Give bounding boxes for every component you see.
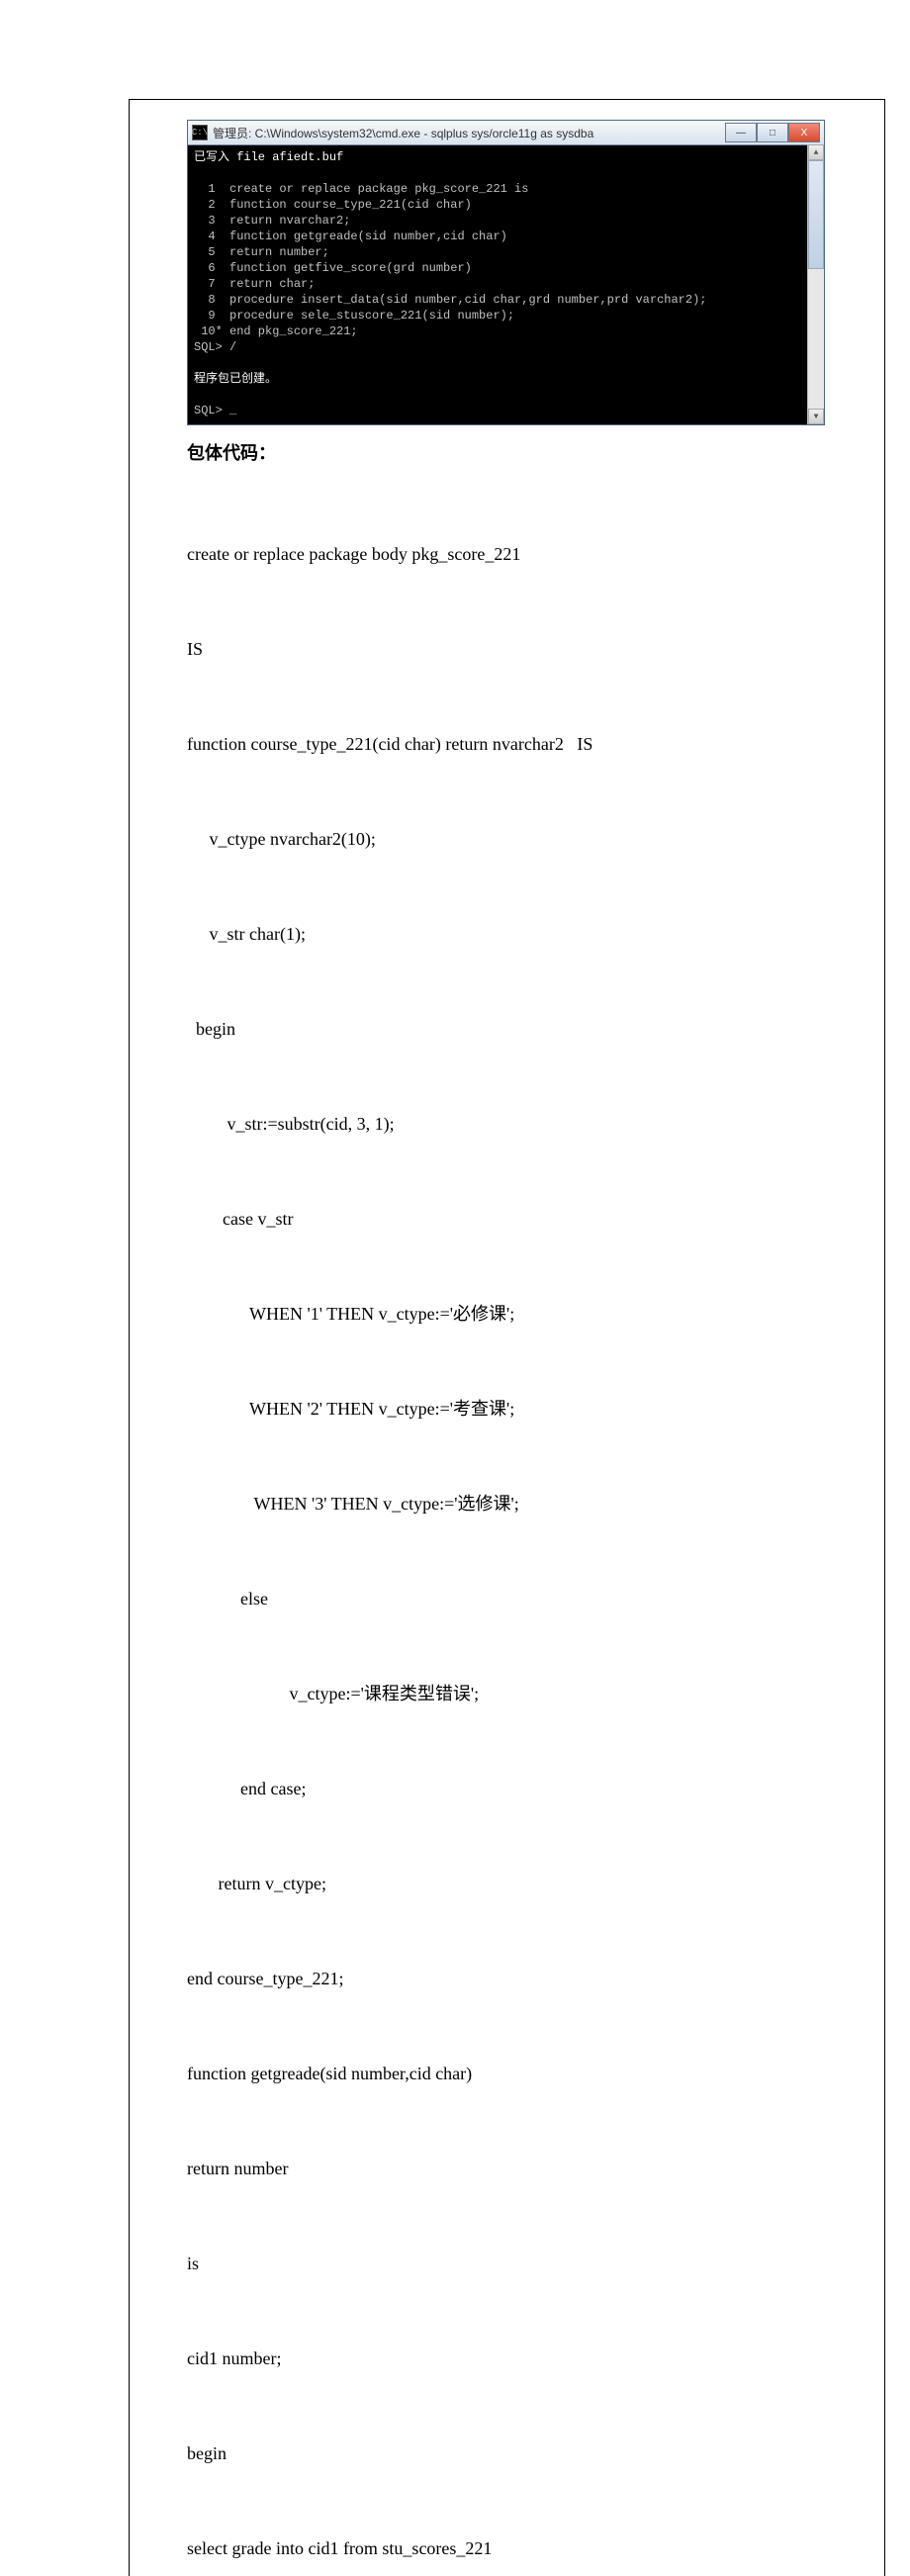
scrollbar-thumb[interactable] [808, 160, 824, 269]
code-line: create or replace package body pkg_score… [187, 538, 825, 570]
cmd-result: 程序包已创建。 [194, 372, 277, 386]
cmd-line: 2 function course_type_221(cid char) [194, 198, 472, 212]
content-frame: C:\ 管理员: C:\Windows\system32\cmd.exe - s… [129, 99, 885, 2576]
document-page: C:\ 管理员: C:\Windows\system32\cmd.exe - s… [0, 0, 910, 2576]
cmd-output: 已写入 file afiedt.buf 1 create or replace … [188, 145, 824, 424]
cmd-line: 3 return nvarchar2; [194, 214, 350, 228]
code-line: select grade into cid1 from stu_scores_2… [187, 2532, 825, 2564]
code-line: begin [187, 2438, 825, 2469]
maximize-button[interactable]: □ [757, 123, 788, 142]
scrollbar-track[interactable] [808, 269, 824, 409]
code-line: return number [187, 2153, 825, 2184]
cmd-line: 10* end pkg_score_221; [194, 324, 358, 338]
code-line: WHEN '2' THEN v_ctype:='考查课'; [187, 1393, 825, 1425]
code-line: end case; [187, 1773, 825, 1804]
cmd-line: 5 return number; [194, 245, 329, 259]
code-line: IS [187, 633, 825, 665]
code-line: function course_type_221(cid char) retur… [187, 728, 825, 760]
scroll-up-icon[interactable]: ▲ [808, 144, 824, 160]
cmd-prompt: SQL> _ [194, 404, 236, 417]
cmd-scrollbar[interactable]: ▲ ▼ [807, 144, 824, 424]
cmd-window-title: 管理员: C:\Windows\system32\cmd.exe - sqlpl… [213, 125, 725, 141]
cmd-line: 1 create or replace package pkg_score_22… [194, 182, 528, 196]
code-line: function getgreade(sid number,cid char) [187, 2058, 825, 2089]
cmd-prompt-icon: C:\ [192, 125, 208, 140]
cmd-prompt: SQL> / [194, 340, 236, 354]
code-line: case v_str [187, 1203, 825, 1235]
cmd-line: 7 return char; [194, 277, 315, 291]
cmd-line: 已写入 file afiedt.buf [194, 150, 343, 164]
cmd-window: C:\ 管理员: C:\Windows\system32\cmd.exe - s… [187, 120, 825, 425]
close-button[interactable]: X [788, 123, 820, 142]
cmd-titlebar: C:\ 管理员: C:\Windows\system32\cmd.exe - s… [188, 121, 824, 145]
code-line: v_ctype:='课程类型错误'; [187, 1678, 825, 1709]
code-line: is [187, 2248, 825, 2279]
cmd-line: 6 function getfive_score(grd number) [194, 261, 472, 275]
cmd-line: 4 function getgreade(sid number,cid char… [194, 230, 507, 243]
code-line: WHEN '3' THEN v_ctype:='选修课'; [187, 1488, 825, 1519]
section-heading: 包体代码： [187, 439, 825, 465]
code-line: v_str:=substr(cid, 3, 1); [187, 1108, 825, 1140]
code-line: v_ctype nvarchar2(10); [187, 823, 825, 855]
code-line: WHEN '1' THEN v_ctype:='必修课'; [187, 1298, 825, 1330]
cmd-line: 8 procedure insert_data(sid number,cid c… [194, 293, 706, 307]
code-line: end course_type_221; [187, 1963, 825, 1994]
code-line: cid1 number; [187, 2343, 825, 2374]
code-line: return v_ctype; [187, 1868, 825, 1899]
cmd-line: 9 procedure sele_stuscore_221(sid number… [194, 309, 514, 322]
code-line: v_str char(1); [187, 918, 825, 950]
window-buttons: — □ X [725, 123, 820, 142]
code-line: else [187, 1583, 825, 1614]
minimize-button[interactable]: — [725, 123, 757, 142]
code-line: begin [187, 1013, 825, 1045]
code-block: create or replace package body pkg_score… [187, 475, 825, 2576]
scroll-down-icon[interactable]: ▼ [808, 409, 824, 424]
